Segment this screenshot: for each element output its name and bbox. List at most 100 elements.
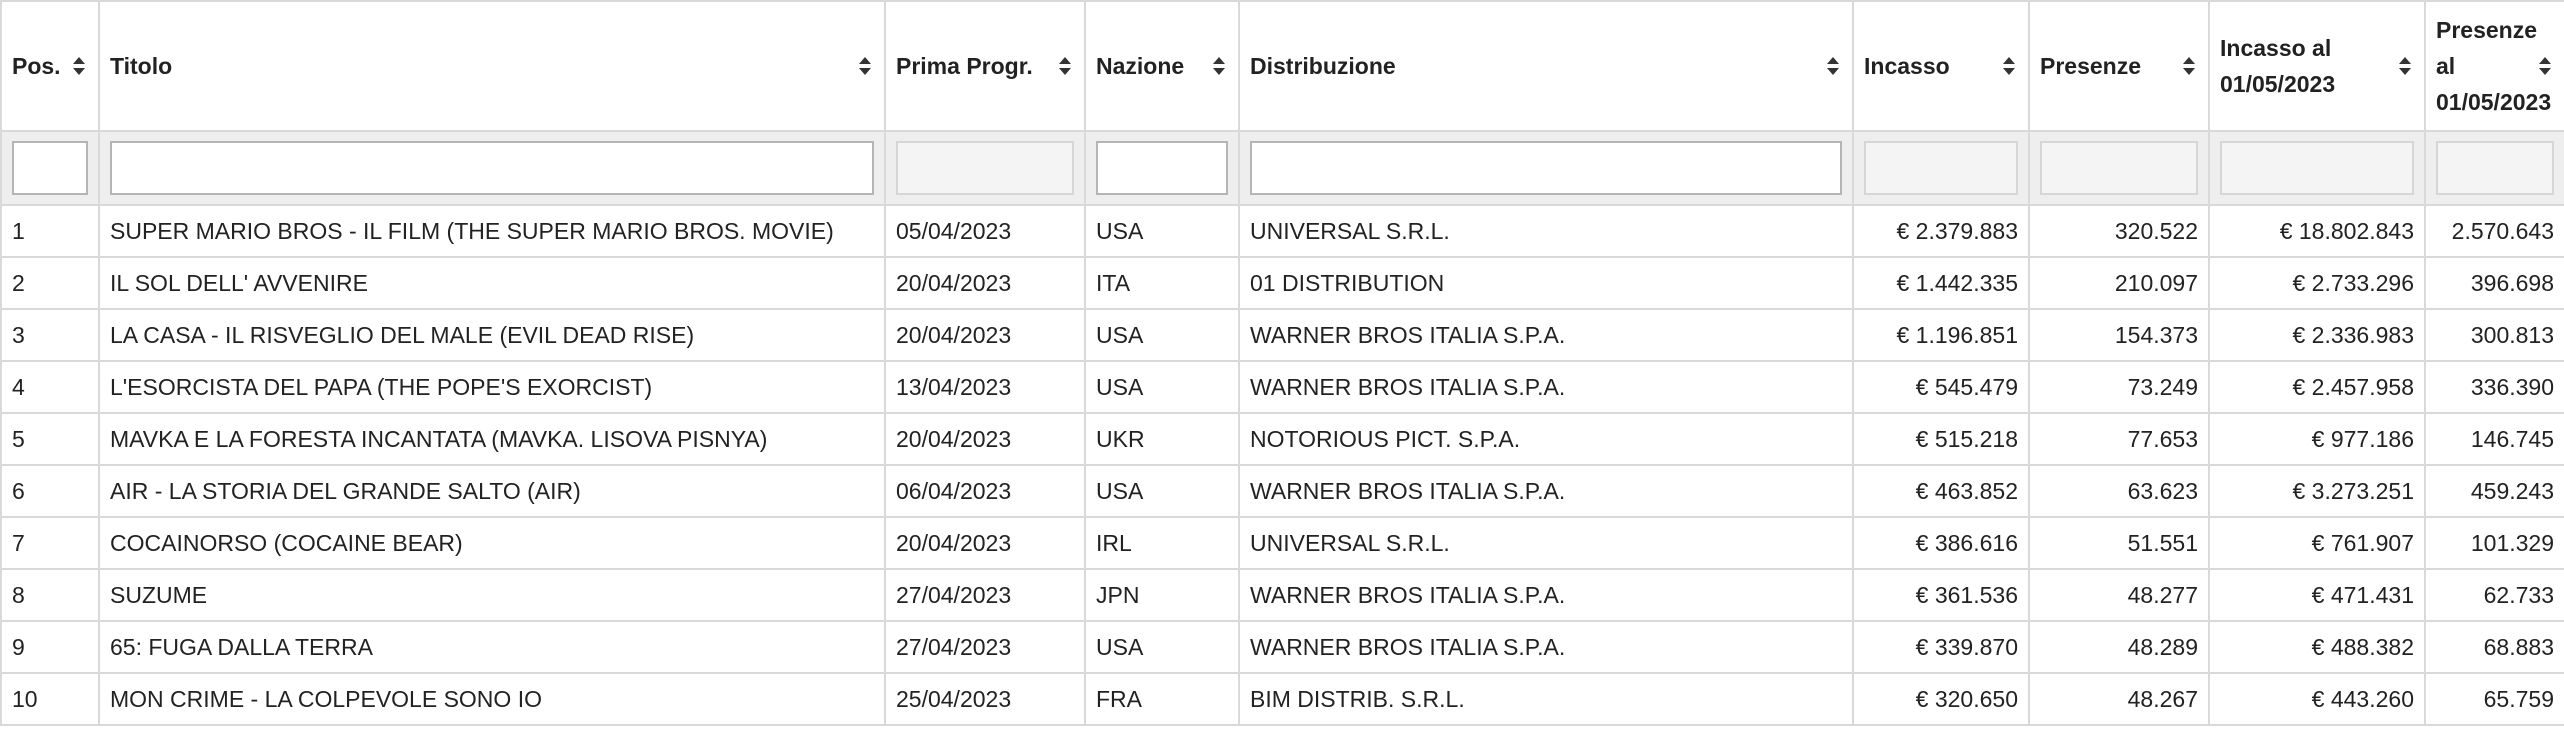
cell-pos: 2 [0,256,100,310]
cell-nazione: ITA [1084,256,1240,310]
cell-presenze-al: 300.813 [2424,308,2564,362]
column-header-titolo[interactable]: Titolo [98,0,886,132]
filter-cell-distribuzione [1238,130,1854,206]
column-header-distribuzione[interactable]: Distribuzione [1238,0,1854,132]
cell-presenze-al: 65.759 [2424,672,2564,726]
cell-prima-progr: 05/04/2023 [884,204,1086,258]
cell-nazione: FRA [1084,672,1240,726]
filter-input-presenze [2040,141,2198,195]
filter-input-distribuzione[interactable] [1250,141,1842,195]
cell-presenze-al: 336.390 [2424,360,2564,414]
cell-nazione: USA [1084,620,1240,674]
filter-cell-pos [0,130,100,206]
filter-input-incasso-al [2220,141,2414,195]
cell-pos: 3 [0,308,100,362]
cell-presenze-al: 62.733 [2424,568,2564,622]
cell-incasso-al: € 488.382 [2208,620,2426,674]
table-row[interactable]: 10 MON CRIME - LA COLPEVOLE SONO IO 25/04/… [0,672,2564,726]
cell-pos: 1 [0,204,100,258]
filter-cell-titolo [98,130,886,206]
table-row[interactable]: 4 L'ESORCISTA DEL PAPA (THE POPE'S EXORCI… [0,360,2564,414]
header-row: Pos. Titolo Prima Progr. Nazione Distribuzio… [0,0,2564,132]
sort-up-down-icon[interactable] [2002,56,2016,76]
column-header-nazione[interactable]: Nazione [1084,0,1240,132]
table-row[interactable]: 3 LA CASA - IL RISVEGLIO DEL MALE (EVIL D… [0,308,2564,362]
cell-incasso-al: € 761.907 [2208,516,2426,570]
cell-titolo: IL SOL DELL' AVVENIRE [98,256,886,310]
cell-presenze-al: 459.243 [2424,464,2564,518]
column-header-label: Presenze [2040,53,2142,79]
table-row[interactable]: 7 COCAINORSO (COCAINE BEAR) 20/04/2023 IRL U… [0,516,2564,570]
cell-prima-progr: 27/04/2023 [884,620,1086,674]
cell-distribuzione: WARNER BROS ITALIA S.P.A. [1238,620,1854,674]
column-header-incasso-al[interactable]: Incasso al 01/05/2023 [2208,0,2426,132]
cell-titolo: SUZUME [98,568,886,622]
cell-incasso-al: € 2.733.296 [2208,256,2426,310]
cell-titolo: 65: FUGA DALLA TERRA [98,620,886,674]
table-row[interactable]: 8 SUZUME 27/04/2023 JPN WARNER BROS ITALIA S… [0,568,2564,622]
cell-pos: 9 [0,620,100,674]
cell-nazione: UKR [1084,412,1240,466]
cell-incasso: € 1.196.851 [1852,308,2030,362]
cell-nazione: USA [1084,464,1240,518]
cell-presenze-al: 396.698 [2424,256,2564,310]
cell-presenze-al: 2.570.643 [2424,204,2564,258]
table-row[interactable]: 5 MAVKA E LA FORESTA INCANTATA (MAVKA. LI… [0,412,2564,466]
column-header-presenze-al[interactable]: Presenze al 01/05/2023 [2424,0,2564,132]
cell-distribuzione: UNIVERSAL S.R.L. [1238,516,1854,570]
sort-up-down-icon[interactable] [72,56,86,76]
sort-up-down-icon[interactable] [1212,56,1226,76]
cell-presenze: 154.373 [2028,308,2210,362]
cell-nazione: USA [1084,204,1240,258]
filter-cell-nazione [1084,130,1240,206]
filter-cell-presenze [2028,130,2210,206]
column-header-prima-progr[interactable]: Prima Progr. [884,0,1086,132]
column-header-label: Titolo [110,53,173,79]
cell-titolo: SUPER MARIO BROS - IL FILM (THE SUPER MA… [98,204,886,258]
sort-up-down-icon[interactable] [858,56,872,76]
cell-incasso-al: € 443.260 [2208,672,2426,726]
cell-presenze-al: 146.745 [2424,412,2564,466]
table-row[interactable]: 9 65: FUGA DALLA TERRA 27/04/2023 USA WARNER… [0,620,2564,674]
column-header-incasso[interactable]: Incasso [1852,0,2030,132]
cell-prima-progr: 06/04/2023 [884,464,1086,518]
filter-input-incasso [1864,141,2018,195]
cell-presenze: 51.551 [2028,516,2210,570]
cell-titolo: COCAINORSO (COCAINE BEAR) [98,516,886,570]
sort-up-down-icon[interactable] [1058,56,1072,76]
column-header-label: Incasso al 01/05/2023 [2220,35,2336,97]
sort-up-down-icon[interactable] [2182,56,2196,76]
cell-presenze-al: 68.883 [2424,620,2564,674]
cell-presenze: 48.267 [2028,672,2210,726]
cell-pos: 4 [0,360,100,414]
column-header-label: Nazione [1096,53,1185,79]
cell-distribuzione: BIM DISTRIB. S.R.L. [1238,672,1854,726]
sort-up-down-icon[interactable] [2538,56,2552,76]
sort-up-down-icon[interactable] [2398,56,2412,76]
filter-input-titolo[interactable] [110,141,874,195]
cell-distribuzione: WARNER BROS ITALIA S.P.A. [1238,308,1854,362]
filter-input-presenze-al [2436,141,2554,195]
column-header-presenze[interactable]: Presenze [2028,0,2210,132]
cell-presenze: 48.277 [2028,568,2210,622]
table-row[interactable]: 6 AIR - LA STORIA DEL GRANDE SALTO (AIR) 0… [0,464,2564,518]
cell-titolo: MAVKA E LA FORESTA INCANTATA (MAVKA. LIS… [98,412,886,466]
cell-nazione: IRL [1084,516,1240,570]
cell-incasso-al: € 18.802.843 [2208,204,2426,258]
cell-nazione: JPN [1084,568,1240,622]
column-header-pos[interactable]: Pos. [0,0,100,132]
filter-input-pos[interactable] [12,141,88,195]
table-row[interactable]: 1 SUPER MARIO BROS - IL FILM (THE SUPER M… [0,204,2564,258]
filter-input-prima-progr [896,141,1074,195]
cell-incasso: € 361.536 [1852,568,2030,622]
box-office-table: Pos. Titolo Prima Progr. Nazione Distribuzio… [0,0,2564,726]
table-row[interactable]: 2 IL SOL DELL' AVVENIRE 20/04/2023 ITA 01 DI… [0,256,2564,310]
cell-distribuzione: UNIVERSAL S.R.L. [1238,204,1854,258]
cell-distribuzione: 01 DISTRIBUTION [1238,256,1854,310]
filter-cell-incasso [1852,130,2030,206]
cell-distribuzione: WARNER BROS ITALIA S.P.A. [1238,464,1854,518]
filter-input-nazione[interactable] [1096,141,1228,195]
sort-up-down-icon[interactable] [1826,56,1840,76]
cell-incasso-al: € 2.457.958 [2208,360,2426,414]
cell-presenze: 210.097 [2028,256,2210,310]
